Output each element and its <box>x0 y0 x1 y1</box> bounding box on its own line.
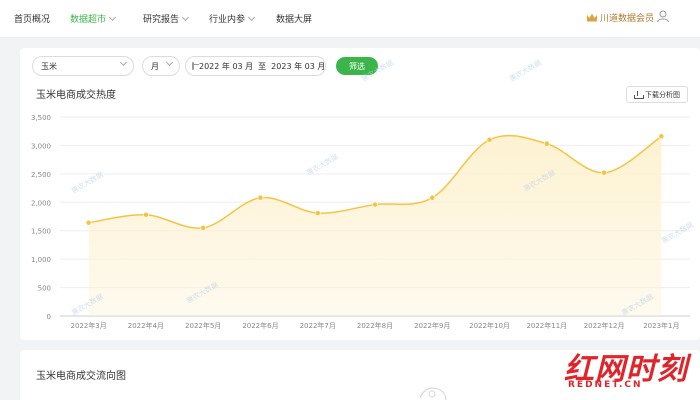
data-point <box>543 140 550 147</box>
data-point <box>372 201 378 208</box>
x-tick-label: 2023年1月 <box>643 321 679 330</box>
y-tick-label: 3,000 <box>31 142 51 150</box>
map-outline-icon <box>419 387 447 400</box>
x-tick-label: 2022年12月 <box>584 321 625 330</box>
x-tick-label: 2022年11月 <box>526 321 567 330</box>
y-tick-label: 2,000 <box>31 199 51 207</box>
x-tick-label: 2022年7月 <box>300 321 336 330</box>
y-tick-label: 500 <box>38 285 51 293</box>
y-tick-label: 1,500 <box>31 228 51 236</box>
y-tick-label: 0 <box>47 313 51 321</box>
heat-area-chart: 0 500 1,000 1,500 2,000 2,500 3,000 3,500 2022年3… <box>31 114 690 330</box>
x-tick-label: 2022年8月 <box>357 321 393 330</box>
logo-sub-text: REDNET.CN <box>568 380 643 390</box>
rednet-logo: 红网时刻 REDNET.CN <box>560 344 700 400</box>
data-point <box>85 219 92 226</box>
x-tick-label: 2022年6月 <box>242 321 278 330</box>
y-tick-label: 2,500 <box>31 171 51 179</box>
x-tick-label: 2022年4月 <box>128 321 164 330</box>
x-tick-label: 2022年5月 <box>185 321 221 330</box>
series-area <box>88 135 662 316</box>
data-point <box>257 194 264 201</box>
data-point <box>314 210 321 216</box>
x-tick-label: 2022年3月 <box>70 321 106 330</box>
y-tick-label: 1,000 <box>31 256 51 264</box>
x-tick-label: 2022年10月 <box>469 321 510 330</box>
data-point <box>429 194 436 201</box>
y-tick-label: 3,500 <box>31 114 51 122</box>
flow-chart-title: 玉米电商成交流向图 <box>36 371 126 382</box>
data-point <box>658 133 665 140</box>
x-tick-label: 2022年9月 <box>414 321 450 330</box>
data-point <box>601 169 607 176</box>
data-point <box>486 136 493 143</box>
data-point <box>200 224 207 231</box>
data-point <box>143 211 149 218</box>
